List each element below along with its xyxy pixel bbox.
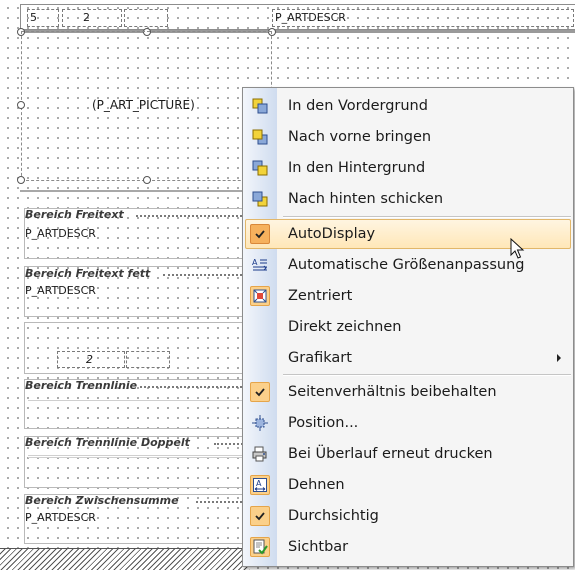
menu-item-position[interactable]: Position...: [245, 408, 571, 438]
menu-item-in-den-vordergrund[interactable]: In den Vordergrund: [245, 91, 571, 121]
menu-item-direkt-zeichnen[interactable]: Direkt zeichnen: [245, 312, 571, 342]
picture-top-line: [21, 31, 271, 32]
header-number-text: 5: [30, 11, 37, 24]
mouse-cursor-icon: [510, 238, 525, 259]
menu-item-label: Bei Überlauf erneut drucken: [288, 446, 493, 462]
menu-item-label: AutoDisplay: [288, 226, 376, 242]
header-blank-field[interactable]: [124, 9, 168, 27]
menu-item-label: In den Hintergrund: [288, 160, 426, 176]
menu-item-label: Dehnen: [288, 477, 345, 493]
menu-item-sichtbar[interactable]: Sichtbar: [245, 532, 571, 562]
menu-item-label: In den Vordergrund: [288, 98, 428, 114]
menu-item-label: Nach hinten schicken: [288, 191, 444, 207]
position-icon: [250, 413, 270, 433]
band-field: P_ARTDESCR: [25, 284, 96, 297]
band-title: Bereich Trennlinie: [25, 379, 138, 392]
check-icon: [250, 382, 270, 402]
selection-handle[interactable]: [17, 176, 25, 184]
bring-forward-icon: [250, 127, 270, 147]
menu-item-label: Durchsichtig: [288, 508, 379, 524]
stretch-icon: A: [250, 475, 270, 495]
menu-item-label: Seitenverhältnis beibehalten: [288, 384, 497, 400]
menu-item-durchsichtig[interactable]: Durchsichtig: [245, 501, 571, 531]
selection-handle[interactable]: [17, 101, 25, 109]
menu-item-bei-ueberlauf-erneut-drucken[interactable]: Bei Überlauf erneut drucken: [245, 439, 571, 469]
center-icon: [250, 286, 270, 306]
band-title-line: [136, 215, 246, 217]
menu-separator: [283, 216, 571, 218]
band-title: Bereich Freitext fett: [25, 267, 151, 280]
menu-item-zentriert[interactable]: Zentriert: [245, 281, 571, 311]
selection-handle[interactable]: [143, 28, 151, 36]
page-end-hatch: [0, 548, 250, 570]
page-number-field[interactable]: 2: [57, 351, 125, 368]
menu-item-label: Direkt zeichnen: [288, 319, 402, 335]
bring-to-front-icon: [250, 96, 270, 116]
menu-item-nach-vorne-bringen[interactable]: Nach vorne bringen: [245, 122, 571, 152]
menu-item-dehnen[interactable]: A Dehnen: [245, 470, 571, 500]
svg-text:A: A: [252, 258, 258, 267]
band-title: Bereich Trennlinie Doppelt: [25, 436, 190, 449]
menu-item-label: Grafikart: [288, 350, 352, 366]
check-icon: [250, 224, 270, 244]
menu-item-label: Automatische Größenanpassung: [288, 257, 525, 273]
menu-item-grafikart[interactable]: Grafikart: [245, 343, 571, 373]
band-field: P_ARTDESCR: [25, 227, 96, 240]
header-descr-field[interactable]: P_ARTDESCR: [272, 9, 574, 27]
menu-item-label: Sichtbar: [288, 539, 349, 555]
blank-field[interactable]: [126, 351, 170, 368]
reprint-icon: [250, 444, 270, 464]
svg-text:A: A: [256, 479, 262, 488]
menu-item-in-den-hintergrund[interactable]: In den Hintergrund: [245, 153, 571, 183]
band-title-line: [163, 274, 246, 276]
selection-handle[interactable]: [268, 28, 276, 36]
page-number-text: 2: [86, 353, 93, 366]
double-separator-line[interactable]: [28, 455, 242, 458]
menu-item-nach-hinten-schicken[interactable]: Nach hinten schicken: [245, 184, 571, 214]
selection-handle[interactable]: [143, 176, 151, 184]
header-descr-text: P_ARTDESCR: [275, 11, 346, 24]
auto-size-icon: A: [250, 255, 270, 275]
menu-item-label: Nach vorne bringen: [288, 129, 432, 145]
send-to-back-icon: [250, 158, 270, 178]
band-title: Bereich Zwischensumme: [25, 494, 179, 507]
band-field: P_ARTDESCR: [25, 511, 96, 524]
menu-item-seitenverhaeltnis-beibehalten[interactable]: Seitenverhältnis beibehalten: [245, 377, 571, 407]
submenu-arrow-icon: [557, 354, 561, 362]
send-backward-icon: [250, 189, 270, 209]
band-title: Bereich Freitext: [25, 208, 124, 221]
check-icon: [250, 506, 270, 526]
menu-item-label: Position...: [288, 415, 359, 431]
header-page-text: 2: [83, 11, 90, 24]
menu-item-label: Zentriert: [288, 288, 353, 304]
picture-band-bottom-line: [20, 190, 245, 192]
context-menu: In den Vordergrund Nach vorne bringen In…: [242, 87, 574, 567]
band-title-line: [196, 501, 246, 503]
header-number-field[interactable]: 5: [27, 9, 59, 27]
band-title-line: [140, 386, 246, 388]
picture-field-label: (P_ART_PICTURE): [92, 98, 195, 112]
header-page-field[interactable]: 2: [62, 9, 122, 27]
visible-icon: [250, 537, 270, 557]
separator-line[interactable]: [28, 400, 242, 401]
menu-separator: [283, 374, 571, 376]
